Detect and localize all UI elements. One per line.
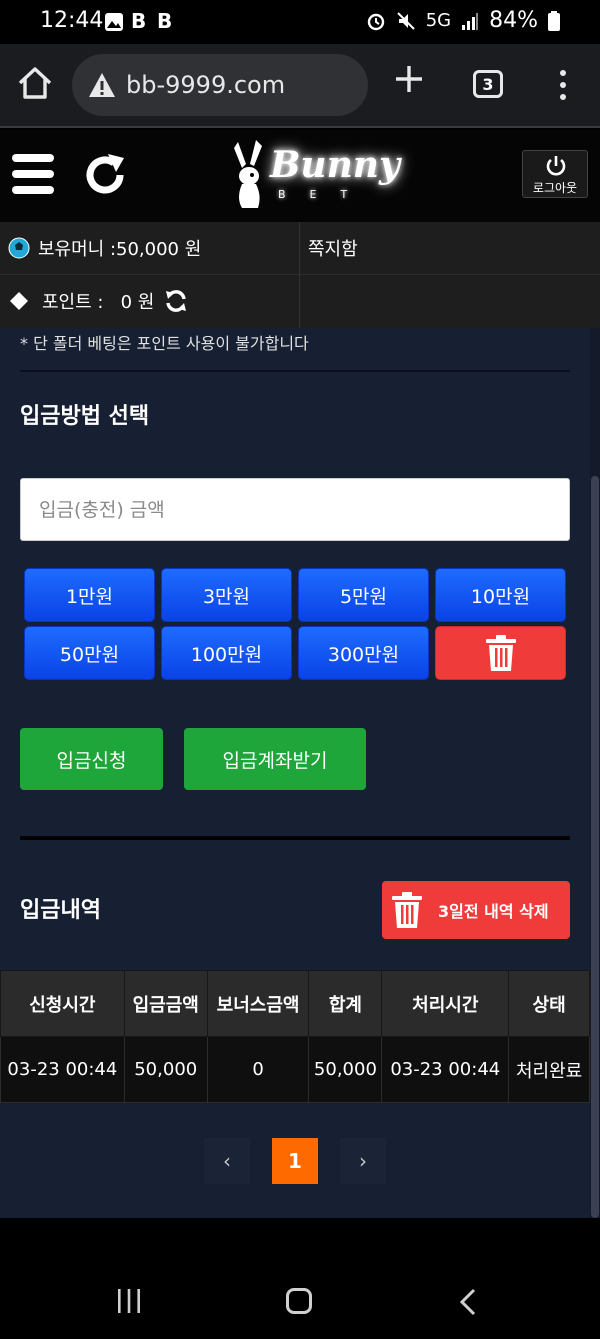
points-text: 포인트 : 0 원	[42, 292, 155, 313]
address-bar[interactable]: bb-9999.com	[72, 54, 368, 116]
scrollbar-thumb[interactable]	[591, 476, 599, 1218]
point-notice: * 단 폴더 베팅은 포인트 사용이 불가합니다	[20, 334, 309, 353]
more-menu-icon[interactable]	[560, 70, 566, 100]
amount-button-50k[interactable]: 5만원	[298, 568, 429, 622]
section-divider	[20, 836, 570, 840]
network-type: 5G	[425, 10, 452, 31]
hamburger-menu-icon[interactable]	[12, 152, 54, 196]
amount-button-1m[interactable]: 100만원	[161, 626, 292, 680]
cell-request-time: 03-23 00:44	[0, 1036, 125, 1103]
amount-button-10k[interactable]: 1만원	[24, 568, 155, 622]
cell-deposit-amount: 50,000	[123, 1036, 208, 1103]
status-time: 12:44	[40, 8, 104, 33]
pagination-prev-button[interactable]: ‹	[204, 1138, 250, 1184]
point-refresh-icon[interactable]	[164, 289, 188, 313]
money-balance: 보유머니 :50,000 원	[8, 222, 201, 274]
point-balance: 포인트 : 0 원	[10, 275, 188, 327]
column-header-deposit-amount: 입금금액	[123, 970, 208, 1037]
column-header-request-time: 신청시간	[0, 970, 125, 1037]
cell-process-time: 03-23 00:44	[381, 1036, 510, 1103]
logout-button[interactable]: 로그아웃	[522, 150, 588, 198]
alarm-icon	[367, 13, 384, 30]
column-header-total: 합계	[308, 970, 383, 1037]
back-icon[interactable]	[458, 1288, 478, 1316]
account-info-bar: 보유머니 :50,000 원 쪽지함 포인트 : 0 원	[0, 222, 600, 328]
delete-history-button[interactable]: 3일전 내역 삭제	[382, 881, 570, 939]
money-text: 보유머니 :50,000 원	[38, 239, 202, 260]
android-nav-bar	[0, 1218, 600, 1339]
deposit-amount-input[interactable]	[20, 478, 570, 541]
logo-text: Bunny	[270, 144, 400, 186]
amount-button-100k[interactable]: 10만원	[435, 568, 566, 622]
deposit-history-title: 입금내역	[20, 898, 101, 923]
recent-apps-icon[interactable]	[116, 1288, 142, 1314]
bunny-logo-icon	[234, 140, 262, 208]
trash-icon	[485, 635, 516, 671]
delete-history-label: 3일전 내역 삭제	[438, 902, 549, 921]
scrollbar-track[interactable]	[590, 328, 600, 1218]
get-account-button[interactable]: 입금계좌받기	[184, 728, 366, 790]
trash-icon	[392, 892, 422, 928]
refresh-icon[interactable]	[82, 152, 128, 198]
pagination-next-button[interactable]: ›	[340, 1138, 386, 1184]
column-header-process-time: 처리시간	[381, 970, 510, 1037]
battery-icon	[548, 10, 560, 31]
cell-bonus-amount: 0	[206, 1036, 310, 1103]
logout-label: 로그아웃	[532, 181, 578, 195]
cell-status: 처리완료	[508, 1036, 590, 1103]
cell-total: 50,000	[308, 1036, 383, 1103]
info-divider-vertical	[299, 222, 300, 328]
column-header-status: 상태	[508, 970, 590, 1037]
notification-b-icon-2: B	[157, 9, 173, 33]
browser-toolbar: bb-9999.com 3	[0, 44, 600, 128]
clear-amount-button[interactable]	[435, 626, 566, 680]
status-right-group: 5G 84%	[366, 8, 560, 33]
amount-button-500k[interactable]: 50만원	[24, 626, 155, 680]
logo-subtext: BET	[278, 188, 372, 201]
messages-label[interactable]: 쪽지함	[308, 235, 358, 261]
table-header-row: 신청시간 입금금액 보너스금액 합계 처리시간 상태	[0, 970, 590, 1037]
home-icon[interactable]	[16, 64, 54, 102]
warning-icon[interactable]	[88, 72, 116, 98]
site-logo[interactable]: Bunny BET	[228, 138, 400, 216]
column-header-bonus-amount: 보너스금액	[206, 970, 310, 1037]
soccer-ball-icon	[8, 237, 30, 259]
messages-link[interactable]: 쪽지함	[308, 222, 358, 274]
amount-button-30k[interactable]: 3만원	[161, 568, 292, 622]
pagination-current-page[interactable]: 1	[272, 1138, 318, 1184]
gallery-icon	[105, 13, 123, 31]
deposit-method-title: 입금방법 선택	[20, 404, 150, 429]
notification-b-icon: B	[131, 9, 147, 33]
table-row: 03-23 00:44 50,000 0 50,000 03-23 00:44 …	[0, 1036, 590, 1103]
home-nav-icon[interactable]	[286, 1288, 312, 1314]
signal-icon	[462, 12, 479, 30]
site-header: Bunny BET 로그아웃	[0, 130, 600, 222]
diamond-icon	[10, 292, 28, 310]
new-tab-icon[interactable]	[394, 64, 424, 94]
divider	[20, 370, 570, 372]
power-icon	[546, 156, 566, 176]
url-text[interactable]: bb-9999.com	[126, 71, 285, 99]
battery-percent: 84%	[489, 8, 538, 33]
mute-icon	[396, 11, 415, 30]
deposit-apply-button[interactable]: 입금신청	[20, 728, 163, 790]
deposit-page: * 단 폴더 베팅은 포인트 사용이 불가합니다 입금방법 선택 1만원 3만원…	[0, 328, 600, 1218]
amount-button-3m[interactable]: 300만원	[298, 626, 429, 680]
deposit-history-table: 신청시간 입금금액 보너스금액 합계 처리시간 상태 03-23 00:44 5…	[0, 970, 590, 1103]
status-bar: 12:44 B B 5G 84%	[0, 0, 600, 44]
tab-switcher-button[interactable]: 3	[473, 70, 503, 98]
